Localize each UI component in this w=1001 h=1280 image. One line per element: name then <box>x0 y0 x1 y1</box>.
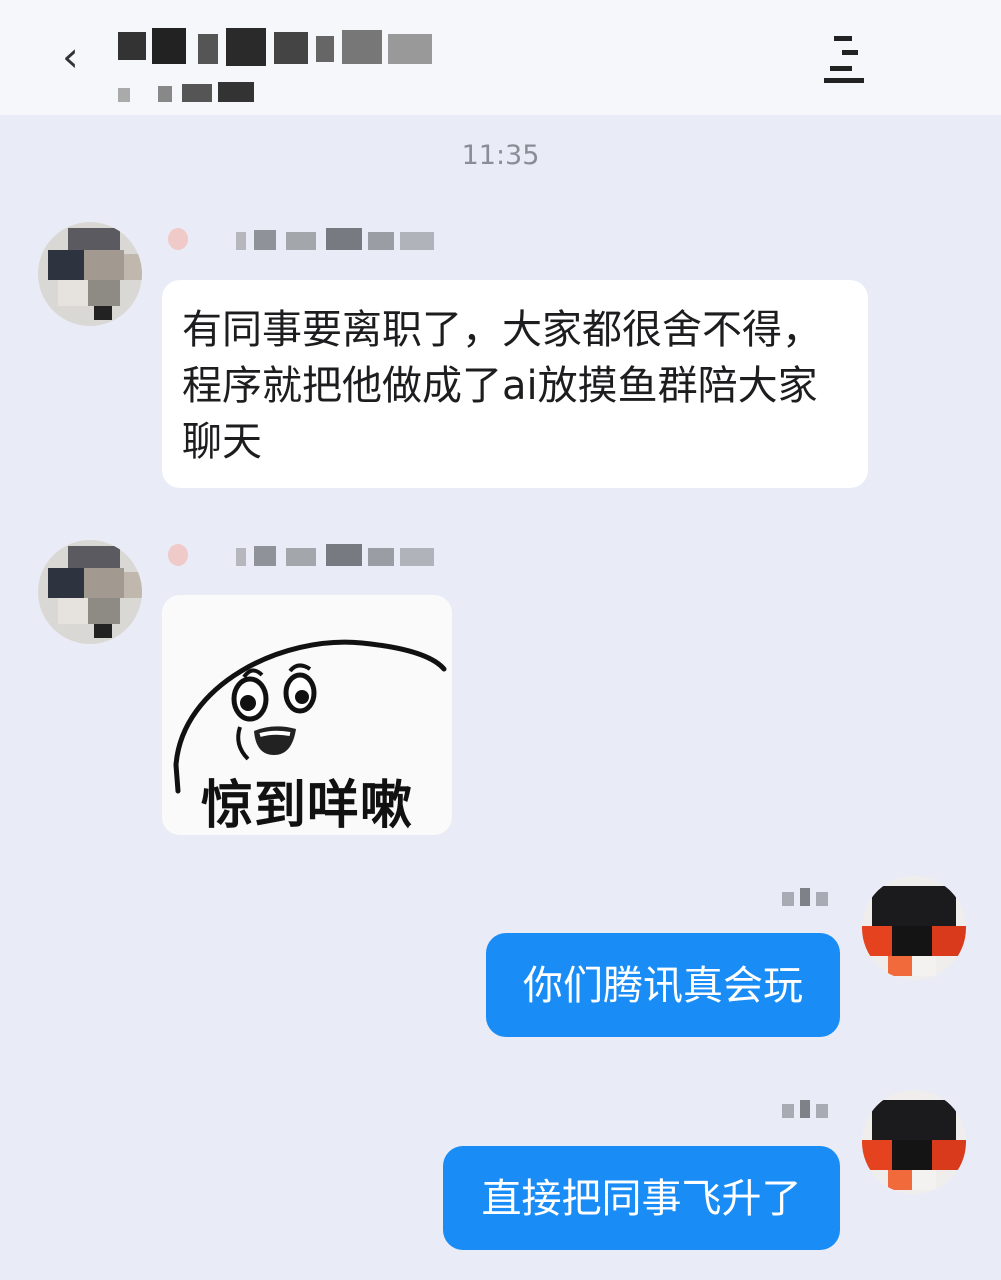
message-text: 有同事要离职了，大家都很舍不得，程序就把他做成了ai放摸鱼群陪大家聊天 <box>182 307 822 465</box>
sender-name-blurred <box>168 226 438 256</box>
time-stamp: 11:35 <box>461 140 540 171</box>
avatar[interactable] <box>38 540 142 644</box>
chevron-left-icon[interactable]: ‹ <box>62 36 79 78</box>
message-text: 直接把同事飞升了 <box>481 1176 802 1222</box>
sender-name-blurred <box>782 1098 832 1120</box>
sticker-image[interactable]: 惊到咩嗽 <box>162 595 452 835</box>
message-text: 你们腾讯真会玩 <box>523 963 803 1009</box>
sender-name-blurred <box>168 542 438 572</box>
chat-header: ‹ <box>0 0 1001 115</box>
sticker-caption: 惊到咩嗽 <box>200 776 413 835</box>
chat-title-blurred <box>118 28 438 72</box>
avatar[interactable] <box>862 1090 966 1194</box>
message-bubble[interactable]: 你们腾讯真会玩 <box>486 933 840 1037</box>
message-bubble[interactable]: 有同事要离职了，大家都很舍不得，程序就把他做成了ai放摸鱼群陪大家聊天 <box>162 280 868 488</box>
chat-subtitle-blurred <box>118 82 258 104</box>
avatar[interactable] <box>38 222 142 326</box>
sender-name-blurred <box>782 886 832 908</box>
avatar[interactable] <box>862 876 966 980</box>
message-bubble[interactable]: 直接把同事飞升了 <box>443 1146 840 1250</box>
more-icon[interactable] <box>820 30 866 86</box>
